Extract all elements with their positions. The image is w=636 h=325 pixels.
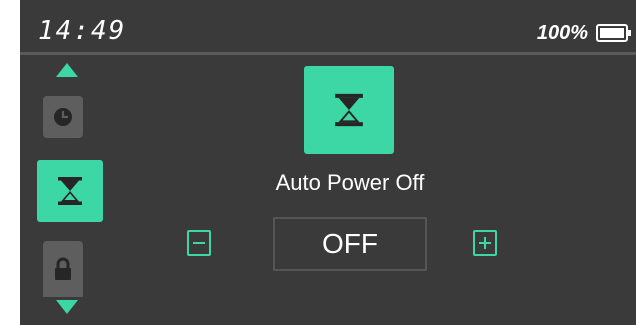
- hourglass-icon: [335, 93, 363, 127]
- plus-icon: [479, 237, 491, 249]
- increase-button[interactable]: [473, 230, 497, 256]
- scroll-down-button[interactable]: [56, 300, 78, 314]
- status-divider: [20, 52, 636, 55]
- minus-icon: [193, 242, 205, 244]
- triangle-down-icon: [56, 300, 78, 314]
- battery-icon: [596, 24, 631, 42]
- status-time: 14:49: [38, 16, 127, 46]
- battery-percent: 100%: [536, 22, 588, 44]
- scroll-up-button[interactable]: [56, 63, 78, 77]
- setting-title: Auto Power Off: [275, 170, 425, 195]
- decrease-button[interactable]: [187, 230, 211, 256]
- setting-value: OFF: [273, 217, 427, 271]
- sidebar-item-lock[interactable]: [43, 241, 83, 297]
- setting-icon-tile: [304, 66, 394, 154]
- clock-icon: [54, 108, 72, 126]
- hourglass-icon: [58, 177, 82, 205]
- triangle-up-icon: [56, 63, 78, 77]
- device-screen: 14:49 100% Auto Power Off OFF: [20, 0, 636, 325]
- lock-icon: [55, 257, 71, 280]
- sidebar-item-clock[interactable]: [43, 96, 83, 138]
- sidebar-item-auto-power-off[interactable]: [37, 160, 103, 222]
- battery-indicator: 100%: [537, 18, 632, 48]
